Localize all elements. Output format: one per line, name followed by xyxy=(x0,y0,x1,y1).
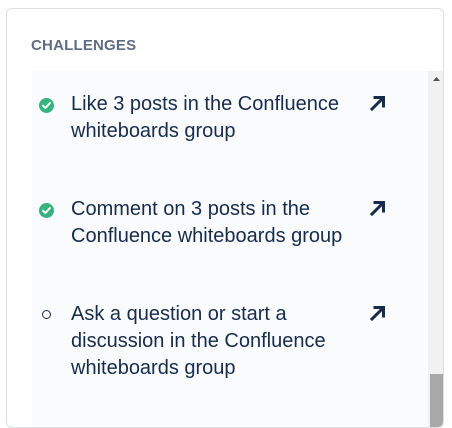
scroll-up-arrow-icon[interactable] xyxy=(428,71,443,88)
vertical-scrollbar[interactable] xyxy=(428,71,443,427)
arrow-up-right-icon[interactable] xyxy=(367,197,389,219)
scrollbar-thumb[interactable] xyxy=(430,374,443,427)
challenges-list[interactable]: Like 3 posts in the Confluence whiteboar… xyxy=(32,71,428,427)
check-circle-icon xyxy=(39,98,54,113)
challenge-text: Ask a question or start a discussion in … xyxy=(71,303,326,379)
challenge-text: Like 3 posts in the Confluence whiteboar… xyxy=(71,93,339,142)
arrow-up-right-icon[interactable] xyxy=(367,92,389,114)
challenge-text: Comment on 3 posts in the Confluence whi… xyxy=(71,198,343,247)
challenges-card: CHALLENGES Like 3 posts in the Confluenc… xyxy=(6,8,444,428)
arrow-up-right-icon[interactable] xyxy=(367,302,389,324)
check-circle-icon xyxy=(39,203,54,218)
empty-circle-icon xyxy=(42,310,51,319)
challenges-title: CHALLENGES xyxy=(31,37,137,54)
